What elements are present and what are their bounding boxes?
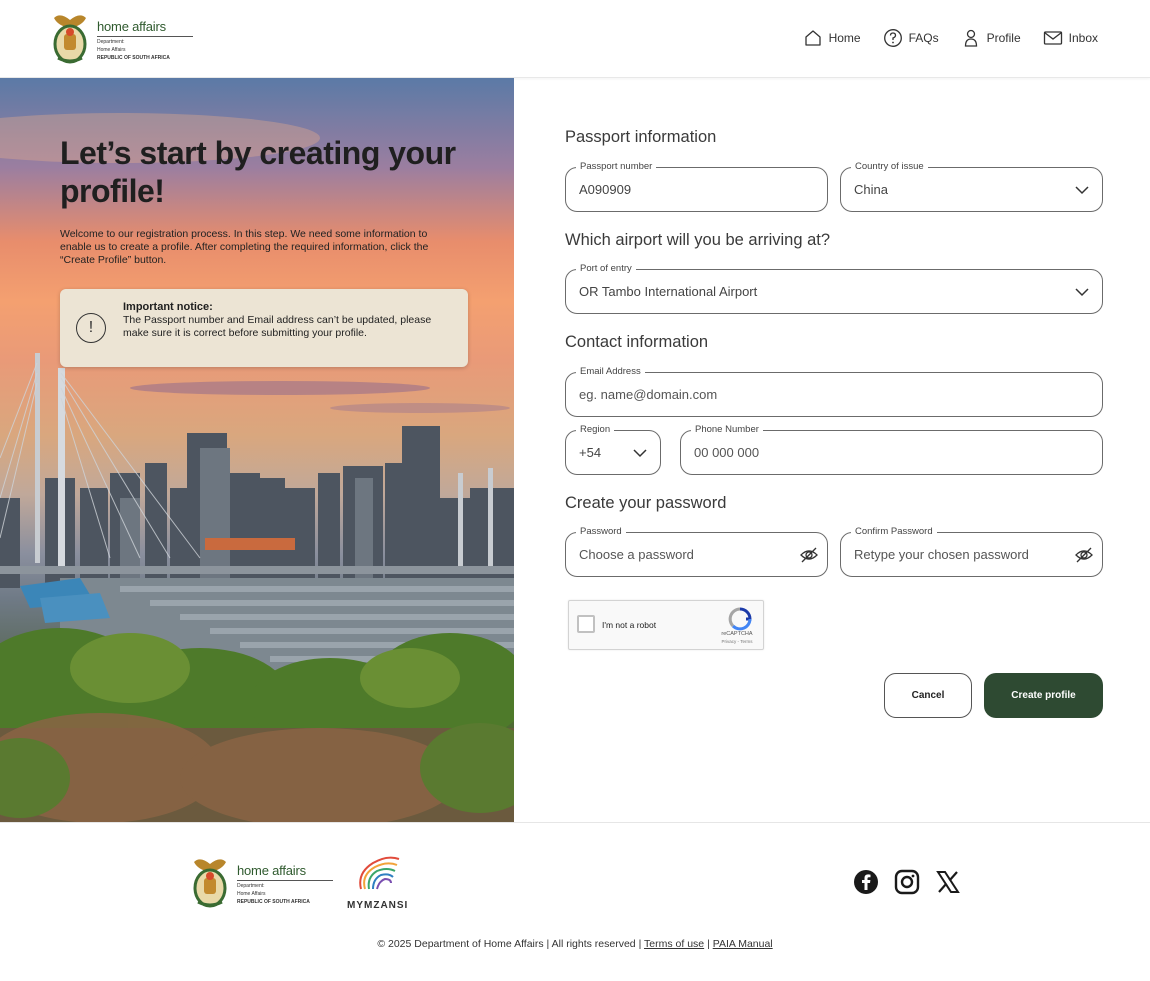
x-icon[interactable] xyxy=(935,869,961,895)
footer-logo-line3: REPUBLIC OF SOUTH AFRICA xyxy=(237,899,310,905)
instagram-icon[interactable] xyxy=(894,869,920,895)
cancel-button[interactable]: Cancel xyxy=(884,673,972,718)
copyright-separator: | xyxy=(707,938,710,950)
passport-number-field[interactable]: Passport number A090909 xyxy=(565,161,828,212)
nav-inbox[interactable]: Inbox xyxy=(1043,28,1098,48)
notice-title: Important notice: xyxy=(123,301,213,313)
region-label: Region xyxy=(576,424,615,436)
email-label: Email Address xyxy=(576,366,645,378)
country-of-issue-label: Country of issue xyxy=(851,161,928,173)
main-nav: Home FAQs Profile Inbox xyxy=(803,28,1098,48)
contact-section-title: Contact information xyxy=(565,333,709,351)
site-header: home affairs Department: Home Affairs RE… xyxy=(0,0,1150,78)
paia-manual-link[interactable]: PAIA Manual xyxy=(713,938,773,950)
site-footer: home affairs Department: Home Affairs RE… xyxy=(0,822,1150,981)
recaptcha-widget: I'm not a robot reCAPTCHA Privacy - Term… xyxy=(568,600,764,650)
country-of-issue-select[interactable]: Country of issue China xyxy=(840,161,1103,212)
recaptcha-terms[interactable]: Privacy - Terms xyxy=(717,639,757,644)
email-field[interactable]: Email Address eg. name@domain.com xyxy=(565,366,1103,417)
mymzansi-text: MYMZANSI xyxy=(347,900,409,911)
nav-home[interactable]: Home xyxy=(803,28,861,48)
chevron-down-icon xyxy=(633,449,647,458)
eye-off-icon[interactable] xyxy=(1074,545,1094,565)
copyright-line: © 2025 Department of Home Affairs | All … xyxy=(0,938,1150,950)
mymzansi-logo[interactable]: MYMZANSI xyxy=(347,853,415,911)
password-placeholder: Choose a password xyxy=(579,547,694,562)
exclamation-icon: ! xyxy=(76,313,106,343)
phone-number-placeholder: 00 000 000 xyxy=(694,445,760,460)
user-icon xyxy=(964,29,977,47)
password-label: Password xyxy=(576,526,626,538)
recaptcha-logo-icon xyxy=(728,607,752,631)
confirm-password-field[interactable]: Confirm Password Retype your chosen pass… xyxy=(840,526,1103,577)
port-of-entry-value: OR Tambo International Airport xyxy=(579,284,758,299)
logo-line1: Department: xyxy=(97,39,125,45)
hero-title: Let’s start by creating your profile! xyxy=(60,135,456,209)
hero-description: Welcome to our registration process. In … xyxy=(60,228,429,266)
fingerprint-icon xyxy=(359,856,400,890)
footer-home-affairs-logo[interactable]: home affairs Department: Home Affairs RE… xyxy=(190,856,333,908)
important-notice: ! Important notice: The Passport number … xyxy=(60,289,468,367)
coat-of-arms-icon xyxy=(193,859,227,908)
facebook-icon[interactable] xyxy=(853,869,879,895)
logo-line3: REPUBLIC OF SOUTH AFRICA xyxy=(97,55,170,61)
phone-number-label: Phone Number xyxy=(691,424,763,436)
password-field[interactable]: Password Choose a password xyxy=(565,526,828,577)
region-select[interactable]: Region +54 xyxy=(565,424,661,475)
terms-of-use-link[interactable]: Terms of use xyxy=(644,938,704,950)
question-icon xyxy=(883,29,902,47)
recaptcha-label: I'm not a robot xyxy=(602,620,657,630)
notice-text: The Passport number and Email address ca… xyxy=(123,314,432,339)
recaptcha-checkbox[interactable] xyxy=(577,615,595,633)
registration-form: Passport information Passport number A09… xyxy=(514,78,1150,822)
logo-line2: Home Affairs xyxy=(97,47,126,53)
home-affairs-logo[interactable]: home affairs Department: Home Affairs RE… xyxy=(50,12,193,64)
nav-faqs[interactable]: FAQs xyxy=(883,28,939,48)
nav-home-label: Home xyxy=(828,31,861,45)
airport-section-title: Which airport will you be arriving at? xyxy=(565,231,831,249)
social-links xyxy=(853,869,961,895)
mail-icon xyxy=(1043,31,1062,45)
passport-number-label: Passport number xyxy=(576,161,657,173)
footer-logo-line1: Department: xyxy=(237,883,265,889)
confirm-password-label: Confirm Password xyxy=(851,526,937,538)
eye-off-icon[interactable] xyxy=(799,545,819,565)
hero-panel: Let’s start by creating your profile! We… xyxy=(0,78,514,822)
port-of-entry-label: Port of entry xyxy=(576,263,636,275)
coat-of-arms-icon xyxy=(53,15,87,64)
create-profile-button[interactable]: Create profile xyxy=(984,673,1103,718)
password-section-title: Create your password xyxy=(565,494,727,512)
nav-profile-label: Profile xyxy=(986,31,1021,45)
confirm-password-placeholder: Retype your chosen password xyxy=(854,547,1029,562)
region-value: +54 xyxy=(579,445,602,460)
nav-faqs-label: FAQs xyxy=(908,31,939,45)
nav-inbox-label: Inbox xyxy=(1068,31,1098,45)
logo-title: home affairs xyxy=(97,19,193,37)
passport-number-value: A090909 xyxy=(579,182,632,197)
chevron-down-icon xyxy=(1075,288,1089,297)
chevron-down-icon xyxy=(1075,186,1089,195)
passport-section-title: Passport information xyxy=(565,128,717,146)
country-of-issue-value: China xyxy=(854,182,888,197)
copyright-text: © 2025 Department of Home Affairs | All … xyxy=(377,938,642,950)
nav-profile[interactable]: Profile xyxy=(961,28,1021,48)
port-of-entry-select[interactable]: Port of entry OR Tambo International Air… xyxy=(565,263,1103,314)
email-placeholder: eg. name@domain.com xyxy=(579,387,718,402)
recaptcha-brand: reCAPTCHA xyxy=(721,631,753,637)
phone-number-field[interactable]: Phone Number 00 000 000 xyxy=(680,424,1103,475)
footer-logo-line2: Home Affairs xyxy=(237,891,266,897)
home-icon xyxy=(804,30,821,46)
footer-logo-title: home affairs xyxy=(237,863,333,881)
